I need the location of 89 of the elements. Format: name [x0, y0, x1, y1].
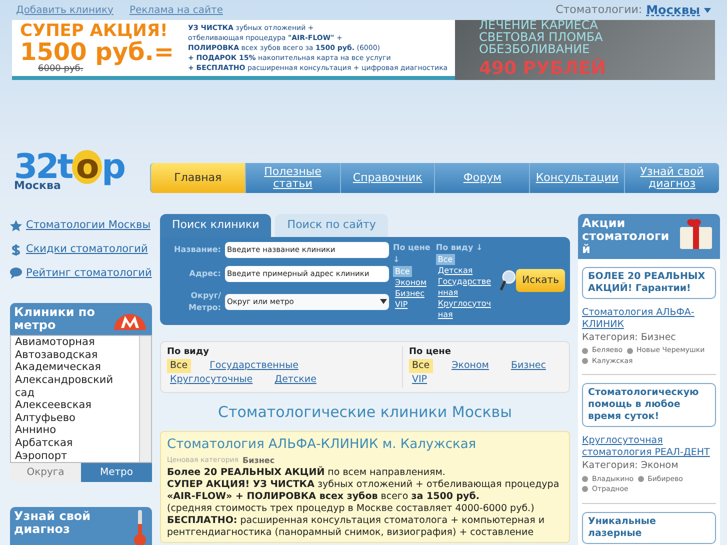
filter-option[interactable]: Все — [409, 359, 433, 374]
metro-dot-icon — [582, 358, 588, 364]
filter-title: По виду ↓ — [436, 242, 484, 254]
filter-option[interactable]: Эконом — [448, 359, 492, 374]
filter-option[interactable]: VIP — [393, 298, 410, 310]
ad-banner[interactable] — [12, 20, 455, 80]
promo-clinic-link[interactable]: Круглосуточная стоматология РЕАЛ-ДЕНТ — [582, 435, 716, 460]
filter-title: По цене — [409, 346, 452, 358]
clinic-text: СУПЕР АКЦИЯ! УЗ ЧИСТКА зубных отложений + отбеливающая процедура «AIR-FLOW» + ПОЛИРОВКА всех зубов всего за 1500 руб. — [167, 478, 560, 502]
filter-option[interactable]: Все — [167, 359, 191, 374]
filter-option[interactable]: Государственные — [206, 359, 302, 374]
clinic-text: БЕСПЛАТНО: расширенная консультация стоматолога + компьютерная и рентгендиагностика (панорамный снимок, визиография) + составление — [167, 514, 546, 538]
panel-title: Клиники по метро — [14, 306, 96, 332]
station-item[interactable]: Алексеевская — [15, 399, 136, 412]
nav-tab[interactable]: Справочник — [340, 163, 434, 193]
station-item[interactable]: Академическая — [15, 361, 136, 374]
city-dropdown[interactable]: Москвы — [646, 1, 700, 19]
banner-text: СВЕТОВАЯ ПЛОМБА — [479, 30, 603, 42]
search-button[interactable]: Искать — [516, 269, 565, 292]
search-tab[interactable]: Поиск по сайту — [275, 214, 388, 236]
filter-title: По виду — [167, 346, 210, 358]
filter-option[interactable]: Государственная — [436, 276, 496, 298]
promo-bubble: БОЛЕЕ 20 РЕАЛЬНЫХ АКЦИЙ! Гарантии! — [582, 267, 716, 299]
thermometer-icon — [132, 510, 148, 545]
banner-price: 1500 руб.= — [20, 40, 175, 64]
banner-text: ЛЕЧЕНИЕ КАРИЕСА — [479, 18, 598, 30]
scrollbar[interactable] — [139, 336, 151, 462]
metro-dot-icon — [638, 476, 644, 482]
chat-icon — [10, 267, 22, 280]
filter-option[interactable]: Круглосуточные — [167, 373, 256, 388]
station-item[interactable]: Автозаводская — [15, 348, 136, 362]
side-link[interactable]: Рейтинг стоматологий — [26, 266, 152, 282]
station-item[interactable]: Аэропорт — [15, 450, 136, 462]
metro-dot-icon — [582, 486, 588, 492]
metro-dot-icon — [582, 476, 588, 482]
station-item[interactable]: Алтуфьево — [15, 412, 136, 424]
clinic-title[interactable]: Стоматология АЛЬФА-КЛИНИК м. Калужская — [167, 435, 563, 454]
caret-icon — [380, 299, 387, 304]
nav-tab[interactable]: Главная — [150, 163, 245, 193]
nav-tab[interactable]: Узнай свой диагноз — [624, 163, 719, 193]
promo-category: Категория: Эконом — [582, 459, 680, 474]
station-item[interactable]: Арбатская — [15, 437, 136, 450]
filter-option[interactable]: VIP — [409, 373, 430, 388]
promo-bubble: Уникальные лазерные — [582, 512, 716, 544]
search-tab[interactable]: Поиск клиники — [160, 214, 272, 236]
clinic-text: (средняя стоимость трех процедур в Москве составляет 4000-6000 руб.) — [167, 502, 536, 514]
caret-icon — [704, 8, 711, 12]
list-tab[interactable]: Метро — [81, 463, 152, 482]
star-icon — [10, 220, 22, 232]
category-value: Бизнес — [242, 454, 275, 466]
field-label: Название: — [173, 244, 221, 256]
filter-option[interactable]: Эконом — [393, 276, 428, 288]
metro-dot-icon — [626, 348, 633, 354]
nav-tab[interactable]: Консультации — [529, 163, 624, 193]
dollar-icon — [10, 244, 22, 256]
side-link[interactable]: Стоматологии Москвы — [26, 218, 150, 234]
list-tab[interactable]: Округа — [10, 463, 81, 482]
field-label: Округ/Метро: — [188, 290, 221, 314]
promo-clinic-link[interactable]: Стоматология АЛЬФА-КЛИНИК — [582, 307, 716, 331]
filter-option[interactable]: Детские — [272, 373, 320, 388]
nav-tab[interactable]: Полезные статьи — [244, 163, 340, 193]
nav-tab[interactable]: Форум — [434, 163, 530, 193]
panel-title: Акции стоматологий — [582, 217, 670, 256]
banner-price: 490 РУБЛЕЙ — [479, 56, 606, 80]
filter-option[interactable]: Бизнес — [393, 288, 426, 298]
logo-city: Москва — [14, 178, 61, 194]
field-label: Адрес: — [188, 268, 221, 280]
section-heading: Стоматологические клиники Москвы — [217, 402, 513, 422]
metro-dot-icon — [582, 348, 588, 354]
city-label: Стоматологии: — [556, 2, 642, 18]
clinic-text: Более 20 РЕАЛЬНЫХ АКЦИЙ по всем направлениям. — [167, 466, 446, 478]
promo-category: Категория: Бизнес — [582, 331, 677, 345]
station-item[interactable]: Александровский сад — [15, 374, 136, 400]
top-link[interactable]: Добавить клинику — [16, 2, 114, 18]
filter-title: По цене ↓ — [393, 242, 432, 266]
filter-option[interactable]: Детская — [436, 264, 475, 276]
banner-text: ОБЕЗБОЛИВАНИЕ — [479, 42, 590, 54]
promo-bubble: Стоматологическую помощь в любое время суток! — [582, 383, 716, 428]
magnifier-icon — [500, 270, 516, 292]
banner-headline: СУПЕР АКЦИЯ! — [20, 22, 168, 40]
filter-option[interactable]: Круглосуточная — [436, 298, 496, 320]
side-link[interactable]: Скидки стоматологий — [26, 242, 148, 258]
station-item[interactable]: Авиамоторная — [15, 336, 136, 349]
filter-option[interactable]: Бизнес — [508, 359, 549, 374]
station-item[interactable]: Аннино — [15, 424, 136, 437]
panel-title: Узнай свой диагноз — [14, 510, 92, 538]
ad-banner[interactable]: ЛЕЧЕНИЕ КАРИЕСА СВЕТОВАЯ ПЛОМБА ОБЕЗБОЛИВАНИЕ 490 РУБЛЕЙ — [455, 20, 715, 80]
banner-old-price: 6000 руб. — [38, 64, 84, 74]
top-link[interactable]: Реклама на сайте — [129, 2, 223, 18]
